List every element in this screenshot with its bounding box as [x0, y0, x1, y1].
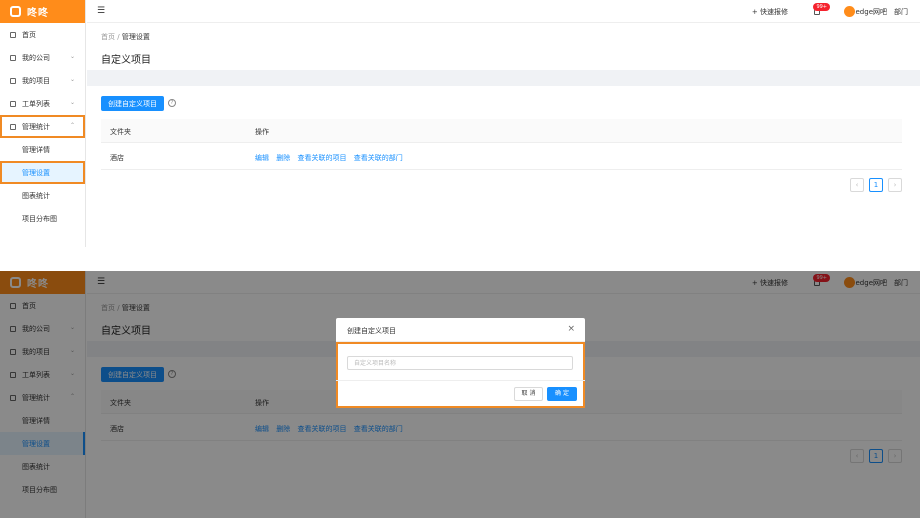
- sidebar-subitem-charts[interactable]: 图表统计: [0, 184, 85, 207]
- pagination-next[interactable]: ›: [888, 178, 902, 192]
- chevron-up-icon: ⌃: [69, 122, 75, 129]
- logo: 咚咚: [0, 0, 85, 23]
- cell-folder-name: 酒店: [110, 154, 124, 162]
- logo-text: 咚咚: [27, 8, 49, 19]
- top-bar: ☰ + 快速报修 99+ edge网吧 部门: [87, 0, 920, 23]
- content-card: 创建自定义项目 ? 文件夹 操作 酒店 编辑 删除 查看关联的项目 查看关联的部…: [87, 86, 920, 247]
- sidebar-item-label: 工单列表: [22, 99, 50, 108]
- user-name[interactable]: edge网吧: [856, 7, 888, 17]
- cancel-button[interactable]: 取 消: [514, 387, 543, 401]
- table-row: 酒店 编辑 删除 查看关联的项目 查看关联的部门: [101, 144, 902, 170]
- create-custom-project-button[interactable]: 创建自定义项目: [101, 96, 164, 111]
- sidebar-item-home[interactable]: 首页: [0, 23, 85, 46]
- close-icon[interactable]: ×: [567, 324, 575, 334]
- avatar[interactable]: [844, 6, 855, 17]
- sidebar-item-label: 我的公司: [22, 53, 50, 62]
- pagination-page-1[interactable]: 1: [869, 178, 883, 192]
- sidebar-item-company[interactable]: 我的公司 ⌄: [0, 46, 85, 69]
- table-header: 文件夹 操作: [101, 119, 902, 143]
- delete-link[interactable]: 删除: [276, 154, 290, 162]
- column-header-actions: 操作: [255, 128, 269, 136]
- screenshot-page-with-modal: 咚咚 首页 我的公司 ⌄ 我的项目 ⌄ 工单列表 ⌄ 管理统计 ⌃ 管理详情 管理设置 …: [0, 271, 920, 518]
- breadcrumb-separator: /: [117, 33, 120, 41]
- sidebar-item-label: 我的项目: [22, 76, 50, 85]
- logo-icon: [10, 6, 21, 17]
- chevron-down-icon: ⌄: [69, 99, 75, 106]
- company-icon: [10, 54, 16, 61]
- dialog-title: 创建自定义项目: [347, 327, 396, 335]
- menu-fold-icon[interactable]: ☰: [97, 6, 105, 16]
- chart-icon: [10, 123, 16, 130]
- sidebar-subitem-distribution[interactable]: 项目分布图: [0, 207, 85, 230]
- department-label[interactable]: 部门: [894, 7, 908, 17]
- dialog-footer: 取 消 确 定: [336, 380, 585, 408]
- page-header: 首页 / 管理设置 自定义项目: [87, 24, 920, 70]
- sidebar-subitem-settings[interactable]: 管理设置: [0, 161, 85, 184]
- divider-band: [87, 70, 920, 86]
- pagination-prev[interactable]: ‹: [850, 178, 864, 192]
- project-icon: [10, 77, 16, 84]
- breadcrumb-current: 管理设置: [121, 33, 150, 41]
- row-actions: 编辑 删除 查看关联的项目 查看关联的部门: [255, 153, 408, 163]
- breadcrumb: 首页 / 管理设置: [101, 32, 150, 42]
- project-name-input[interactable]: [347, 356, 573, 370]
- edit-link[interactable]: 编辑: [255, 154, 269, 162]
- screenshot-page: 咚咚 首页 我的公司 ⌄ 我的项目 ⌄ 工单列表 ⌄ 管理统计 ⌃ 管理详情 管理设置 …: [0, 0, 920, 247]
- sidebar-item-management[interactable]: 管理统计 ⌃: [0, 115, 85, 138]
- view-linked-departments-link[interactable]: 查看关联的部门: [354, 154, 403, 162]
- view-linked-projects-link[interactable]: 查看关联的项目: [297, 154, 346, 162]
- home-icon: [10, 31, 16, 38]
- workorder-icon: [10, 100, 16, 107]
- sidebar-item-label: 管理统计: [22, 122, 50, 131]
- sidebar-item-projects[interactable]: 我的项目 ⌄: [0, 69, 85, 92]
- page-title: 自定义项目: [101, 55, 151, 66]
- dialog-header: 创建自定义项目 ×: [336, 318, 585, 342]
- sidebar-item-workorders[interactable]: 工单列表 ⌄: [0, 92, 85, 115]
- confirm-button[interactable]: 确 定: [547, 387, 577, 401]
- help-icon[interactable]: ?: [168, 99, 176, 107]
- breadcrumb-home[interactable]: 首页: [101, 33, 115, 41]
- sidebar-item-label: 首页: [22, 30, 36, 39]
- create-project-dialog: 创建自定义项目 × 取 消 确 定: [336, 318, 585, 408]
- sidebar-subitem-details[interactable]: 管理详情: [0, 138, 85, 161]
- quick-repair-button[interactable]: + 快速报修: [752, 7, 788, 17]
- chevron-down-icon: ⌄: [69, 53, 75, 60]
- chevron-down-icon: ⌄: [69, 76, 75, 83]
- dialog-body: 取 消 确 定: [336, 342, 585, 408]
- notification-badge: 99+: [813, 3, 830, 11]
- sidebar: 咚咚 首页 我的公司 ⌄ 我的项目 ⌄ 工单列表 ⌄ 管理统计 ⌃ 管理详情 管理设置 …: [0, 0, 86, 247]
- column-header-folder: 文件夹: [110, 128, 131, 136]
